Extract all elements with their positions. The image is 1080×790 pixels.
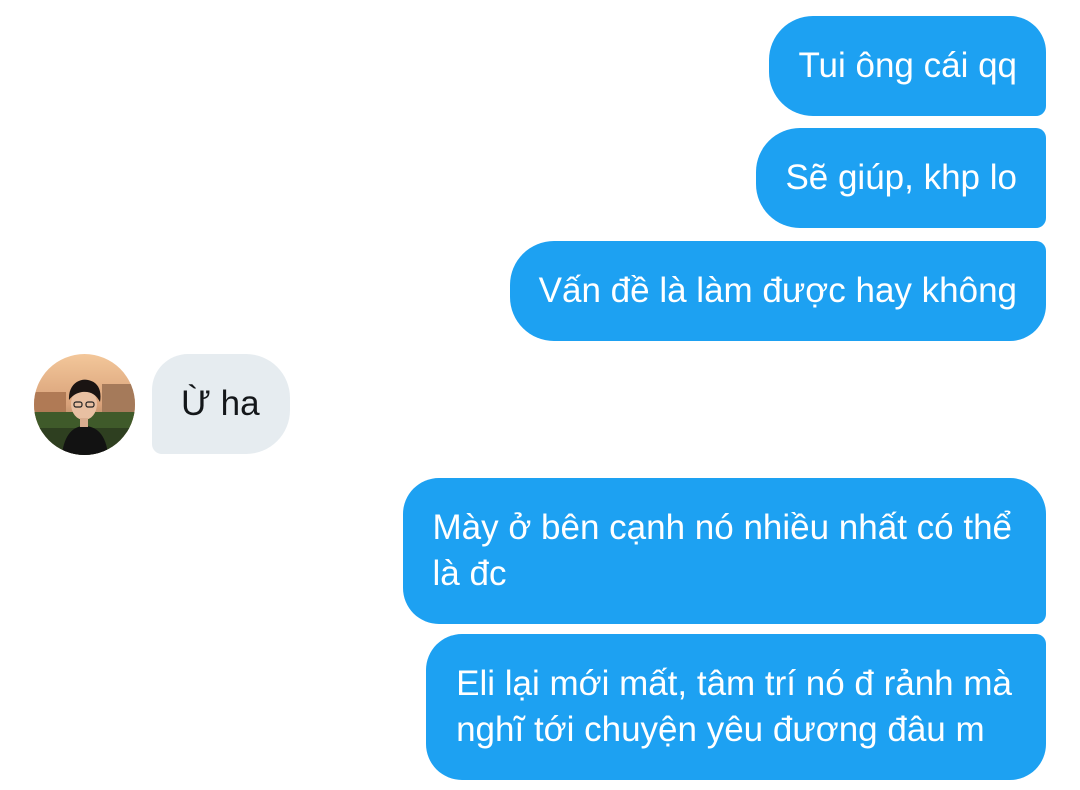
- sender-avatar[interactable]: [34, 354, 135, 455]
- outgoing-message-bubble[interactable]: Eli lại mới mất, tâm trí nó đ rảnh mà ng…: [426, 634, 1046, 780]
- outgoing-message-bubble[interactable]: Tui ông cái qq: [769, 16, 1046, 116]
- outgoing-message-bubble[interactable]: Sẽ giúp, khp lo: [756, 128, 1046, 228]
- outgoing-message-bubble[interactable]: Vấn đề là làm được hay không: [509, 241, 1046, 341]
- incoming-message-bubble[interactable]: Ừ ha: [152, 354, 290, 454]
- user-avatar-icon: [34, 354, 135, 455]
- outgoing-message-bubble[interactable]: Mày ở bên cạnh nó nhiều nhất có thể là đ…: [402, 478, 1046, 624]
